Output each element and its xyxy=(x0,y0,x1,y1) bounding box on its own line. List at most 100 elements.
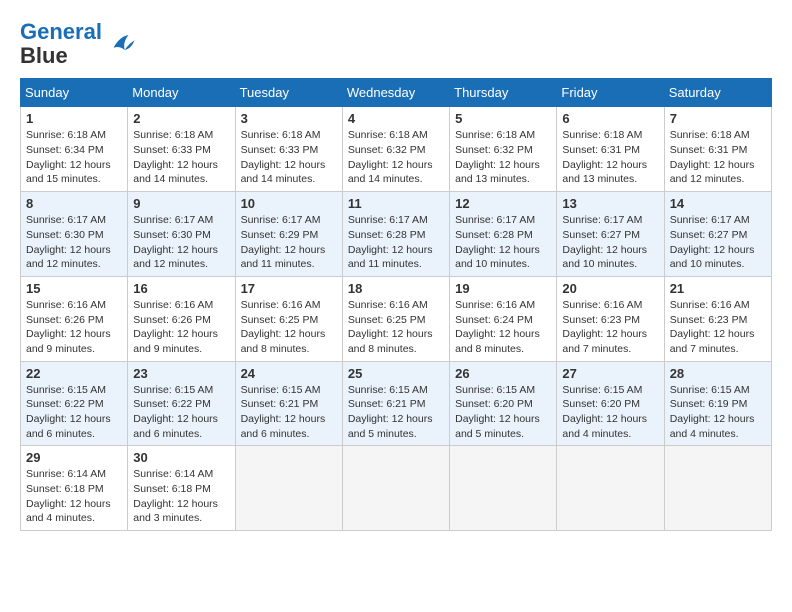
logo-text: GeneralBlue xyxy=(20,20,102,68)
day-info: Sunrise: 6:16 AMSunset: 6:23 PMDaylight:… xyxy=(670,298,766,357)
calendar-week-row: 1 Sunrise: 6:18 AMSunset: 6:34 PMDayligh… xyxy=(21,107,772,192)
calendar-day-cell: 1 Sunrise: 6:18 AMSunset: 6:34 PMDayligh… xyxy=(21,107,128,192)
day-info: Sunrise: 6:15 AMSunset: 6:22 PMDaylight:… xyxy=(26,383,122,442)
day-number: 5 xyxy=(455,111,551,126)
day-info: Sunrise: 6:14 AMSunset: 6:18 PMDaylight:… xyxy=(133,467,229,526)
day-info: Sunrise: 6:16 AMSunset: 6:25 PMDaylight:… xyxy=(241,298,337,357)
calendar-day-cell: 11 Sunrise: 6:17 AMSunset: 6:28 PMDaylig… xyxy=(342,192,449,277)
weekday-header: Sunday xyxy=(21,79,128,107)
day-number: 17 xyxy=(241,281,337,296)
calendar-day-cell: 6 Sunrise: 6:18 AMSunset: 6:31 PMDayligh… xyxy=(557,107,664,192)
weekday-header: Wednesday xyxy=(342,79,449,107)
weekday-header-row: SundayMondayTuesdayWednesdayThursdayFrid… xyxy=(21,79,772,107)
day-number: 29 xyxy=(26,450,122,465)
calendar-day-cell: 2 Sunrise: 6:18 AMSunset: 6:33 PMDayligh… xyxy=(128,107,235,192)
calendar-day-cell: 13 Sunrise: 6:17 AMSunset: 6:27 PMDaylig… xyxy=(557,192,664,277)
calendar-day-cell: 29 Sunrise: 6:14 AMSunset: 6:18 PMDaylig… xyxy=(21,446,128,531)
calendar-day-cell xyxy=(235,446,342,531)
day-info: Sunrise: 6:16 AMSunset: 6:26 PMDaylight:… xyxy=(26,298,122,357)
day-number: 6 xyxy=(562,111,658,126)
calendar-day-cell: 16 Sunrise: 6:16 AMSunset: 6:26 PMDaylig… xyxy=(128,276,235,361)
day-number: 1 xyxy=(26,111,122,126)
calendar-day-cell: 26 Sunrise: 6:15 AMSunset: 6:20 PMDaylig… xyxy=(450,361,557,446)
calendar-week-row: 29 Sunrise: 6:14 AMSunset: 6:18 PMDaylig… xyxy=(21,446,772,531)
day-info: Sunrise: 6:17 AMSunset: 6:27 PMDaylight:… xyxy=(670,213,766,272)
calendar-day-cell: 4 Sunrise: 6:18 AMSunset: 6:32 PMDayligh… xyxy=(342,107,449,192)
calendar-day-cell: 17 Sunrise: 6:16 AMSunset: 6:25 PMDaylig… xyxy=(235,276,342,361)
day-number: 3 xyxy=(241,111,337,126)
calendar-day-cell: 22 Sunrise: 6:15 AMSunset: 6:22 PMDaylig… xyxy=(21,361,128,446)
day-info: Sunrise: 6:15 AMSunset: 6:20 PMDaylight:… xyxy=(562,383,658,442)
day-number: 27 xyxy=(562,366,658,381)
calendar-day-cell xyxy=(342,446,449,531)
day-info: Sunrise: 6:18 AMSunset: 6:32 PMDaylight:… xyxy=(348,128,444,187)
weekday-header: Thursday xyxy=(450,79,557,107)
day-number: 14 xyxy=(670,196,766,211)
day-info: Sunrise: 6:15 AMSunset: 6:22 PMDaylight:… xyxy=(133,383,229,442)
logo: GeneralBlue xyxy=(20,20,136,68)
calendar-day-cell xyxy=(557,446,664,531)
day-number: 30 xyxy=(133,450,229,465)
day-info: Sunrise: 6:16 AMSunset: 6:23 PMDaylight:… xyxy=(562,298,658,357)
calendar-day-cell: 23 Sunrise: 6:15 AMSunset: 6:22 PMDaylig… xyxy=(128,361,235,446)
day-number: 10 xyxy=(241,196,337,211)
calendar-day-cell: 28 Sunrise: 6:15 AMSunset: 6:19 PMDaylig… xyxy=(664,361,771,446)
weekday-header: Friday xyxy=(557,79,664,107)
calendar-week-row: 15 Sunrise: 6:16 AMSunset: 6:26 PMDaylig… xyxy=(21,276,772,361)
day-info: Sunrise: 6:16 AMSunset: 6:26 PMDaylight:… xyxy=(133,298,229,357)
weekday-header: Monday xyxy=(128,79,235,107)
day-info: Sunrise: 6:17 AMSunset: 6:30 PMDaylight:… xyxy=(26,213,122,272)
day-number: 28 xyxy=(670,366,766,381)
day-number: 9 xyxy=(133,196,229,211)
calendar-day-cell: 14 Sunrise: 6:17 AMSunset: 6:27 PMDaylig… xyxy=(664,192,771,277)
day-number: 21 xyxy=(670,281,766,296)
calendar-day-cell xyxy=(664,446,771,531)
day-number: 20 xyxy=(562,281,658,296)
day-info: Sunrise: 6:15 AMSunset: 6:20 PMDaylight:… xyxy=(455,383,551,442)
calendar-day-cell: 25 Sunrise: 6:15 AMSunset: 6:21 PMDaylig… xyxy=(342,361,449,446)
calendar-day-cell: 10 Sunrise: 6:17 AMSunset: 6:29 PMDaylig… xyxy=(235,192,342,277)
day-number: 24 xyxy=(241,366,337,381)
page-header: GeneralBlue xyxy=(20,20,772,68)
day-info: Sunrise: 6:18 AMSunset: 6:32 PMDaylight:… xyxy=(455,128,551,187)
day-info: Sunrise: 6:18 AMSunset: 6:31 PMDaylight:… xyxy=(670,128,766,187)
calendar-day-cell: 3 Sunrise: 6:18 AMSunset: 6:33 PMDayligh… xyxy=(235,107,342,192)
day-number: 18 xyxy=(348,281,444,296)
day-number: 11 xyxy=(348,196,444,211)
calendar-day-cell: 18 Sunrise: 6:16 AMSunset: 6:25 PMDaylig… xyxy=(342,276,449,361)
day-number: 16 xyxy=(133,281,229,296)
day-info: Sunrise: 6:15 AMSunset: 6:21 PMDaylight:… xyxy=(241,383,337,442)
day-number: 7 xyxy=(670,111,766,126)
day-number: 25 xyxy=(348,366,444,381)
day-info: Sunrise: 6:18 AMSunset: 6:33 PMDaylight:… xyxy=(241,128,337,187)
day-info: Sunrise: 6:17 AMSunset: 6:27 PMDaylight:… xyxy=(562,213,658,272)
day-info: Sunrise: 6:17 AMSunset: 6:28 PMDaylight:… xyxy=(348,213,444,272)
day-number: 19 xyxy=(455,281,551,296)
day-info: Sunrise: 6:17 AMSunset: 6:30 PMDaylight:… xyxy=(133,213,229,272)
day-number: 13 xyxy=(562,196,658,211)
weekday-header: Tuesday xyxy=(235,79,342,107)
calendar-week-row: 22 Sunrise: 6:15 AMSunset: 6:22 PMDaylig… xyxy=(21,361,772,446)
calendar-day-cell: 27 Sunrise: 6:15 AMSunset: 6:20 PMDaylig… xyxy=(557,361,664,446)
day-info: Sunrise: 6:17 AMSunset: 6:28 PMDaylight:… xyxy=(455,213,551,272)
calendar-day-cell: 21 Sunrise: 6:16 AMSunset: 6:23 PMDaylig… xyxy=(664,276,771,361)
day-number: 26 xyxy=(455,366,551,381)
calendar-day-cell: 9 Sunrise: 6:17 AMSunset: 6:30 PMDayligh… xyxy=(128,192,235,277)
calendar-day-cell: 5 Sunrise: 6:18 AMSunset: 6:32 PMDayligh… xyxy=(450,107,557,192)
calendar-day-cell: 19 Sunrise: 6:16 AMSunset: 6:24 PMDaylig… xyxy=(450,276,557,361)
day-info: Sunrise: 6:17 AMSunset: 6:29 PMDaylight:… xyxy=(241,213,337,272)
calendar-day-cell: 20 Sunrise: 6:16 AMSunset: 6:23 PMDaylig… xyxy=(557,276,664,361)
day-info: Sunrise: 6:16 AMSunset: 6:25 PMDaylight:… xyxy=(348,298,444,357)
day-number: 22 xyxy=(26,366,122,381)
calendar-day-cell: 15 Sunrise: 6:16 AMSunset: 6:26 PMDaylig… xyxy=(21,276,128,361)
day-number: 8 xyxy=(26,196,122,211)
calendar-day-cell: 12 Sunrise: 6:17 AMSunset: 6:28 PMDaylig… xyxy=(450,192,557,277)
calendar-day-cell xyxy=(450,446,557,531)
day-info: Sunrise: 6:16 AMSunset: 6:24 PMDaylight:… xyxy=(455,298,551,357)
day-number: 15 xyxy=(26,281,122,296)
day-info: Sunrise: 6:15 AMSunset: 6:21 PMDaylight:… xyxy=(348,383,444,442)
day-number: 12 xyxy=(455,196,551,211)
day-info: Sunrise: 6:15 AMSunset: 6:19 PMDaylight:… xyxy=(670,383,766,442)
calendar-day-cell: 30 Sunrise: 6:14 AMSunset: 6:18 PMDaylig… xyxy=(128,446,235,531)
day-number: 4 xyxy=(348,111,444,126)
